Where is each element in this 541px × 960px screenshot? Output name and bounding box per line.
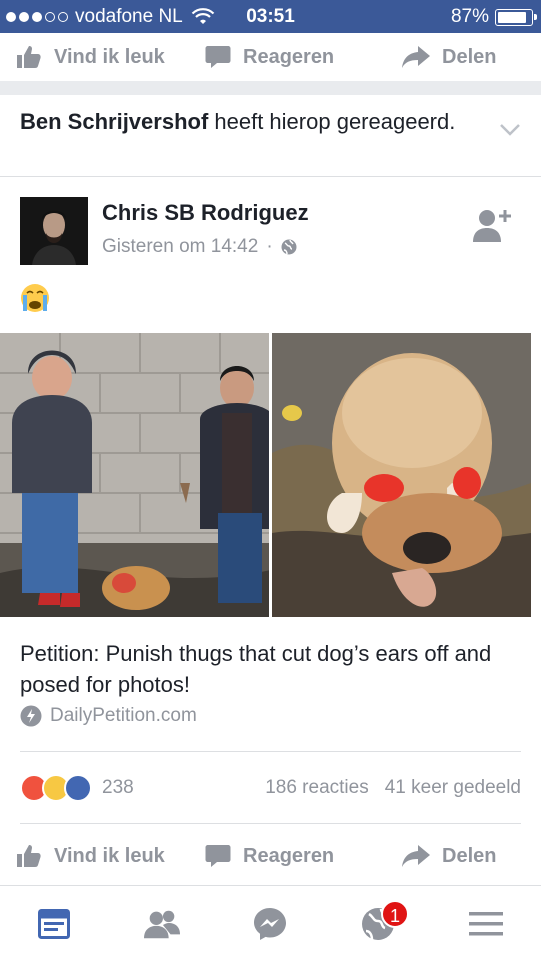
avatar[interactable] [20,197,88,265]
thumbs-up-icon [17,845,41,867]
link-source-text: DailyPetition.com [50,705,197,726]
comment-icon [205,845,231,867]
post-card: Ben Schrijvershof heeft hierop gereageer… [0,95,541,885]
photo-left[interactable] [0,333,269,617]
like-label: Vind ik leuk [54,45,165,68]
battery-status: 87% [450,6,537,28]
status-bar: vodafone NL 03:51 87% [0,0,541,33]
comment-button[interactable]: Reageren [205,844,334,868]
news-feed-icon [38,909,70,939]
post-meta: Gisteren om 14:42 · [102,236,297,258]
like-button[interactable]: Vind ik leuk [16,844,165,868]
comment-label: Reageren [243,844,335,867]
link-source[interactable]: DailyPetition.com [20,705,197,727]
previous-post-actions: Vind ik leuk Reageren Delen [0,33,541,81]
post-actions: Vind ik leuk Reageren Delen [0,841,541,871]
post-photos[interactable] [0,333,541,617]
like-reaction-icon [64,774,92,802]
battery-icon [495,8,537,26]
reactions-summary[interactable]: 238 186 reacties 41 keer gedeeld [20,773,521,803]
crying-face-emoji [20,283,50,318]
add-friend-icon [473,210,511,242]
tab-messenger[interactable] [252,906,288,942]
comment-icon [205,46,231,68]
crying-face-icon [21,284,49,312]
photo-right[interactable] [272,333,541,617]
share-button[interactable]: Delen [402,46,496,69]
share-button[interactable]: Delen [402,845,496,868]
divider [20,751,521,752]
notification-badge: 1 [381,900,409,928]
comment-count[interactable]: 186 reacties [265,777,369,799]
chevron-down-icon[interactable] [499,123,521,137]
tab-friends[interactable] [144,906,180,942]
share-icon [402,845,430,867]
notice-actor[interactable]: Ben Schrijvershof [20,109,208,134]
share-icon [402,46,430,68]
globe-icon [281,239,297,255]
notice-text: heeft hierop gereageerd. [208,109,456,134]
messenger-icon [254,908,286,940]
like-button[interactable]: Vind ik leuk [16,45,165,69]
post-timestamp[interactable]: Gisteren om 14:42 [102,236,258,258]
share-label: Delen [442,45,497,68]
like-label: Vind ik leuk [54,844,165,867]
comment-label: Reageren [243,45,335,68]
add-friend-button[interactable] [473,208,513,247]
link-icon [20,705,42,727]
tab-news-feed[interactable] [36,906,72,942]
tab-notifications[interactable]: 1 [360,900,409,942]
hamburger-menu-icon [469,912,503,936]
comment-button[interactable]: Reageren [205,45,334,69]
share-count[interactable]: 41 keer gedeeld [385,777,521,799]
thumbs-up-icon [17,46,41,68]
activity-notice[interactable]: Ben Schrijvershof heeft hierop gereageer… [0,95,541,177]
link-title[interactable]: Petition: Punish thugs that cut dog’s ea… [20,638,530,700]
divider [20,823,521,824]
reaction-icons [20,774,92,802]
tab-bar: 1 [0,885,541,960]
share-label: Delen [442,844,497,867]
meta-separator: · [266,236,273,257]
battery-percent: 87% [450,6,489,27]
author-name[interactable]: Chris SB Rodriguez [102,200,309,226]
friends-icon [144,910,180,939]
reaction-count: 238 [102,777,134,798]
tab-menu[interactable] [468,906,504,942]
